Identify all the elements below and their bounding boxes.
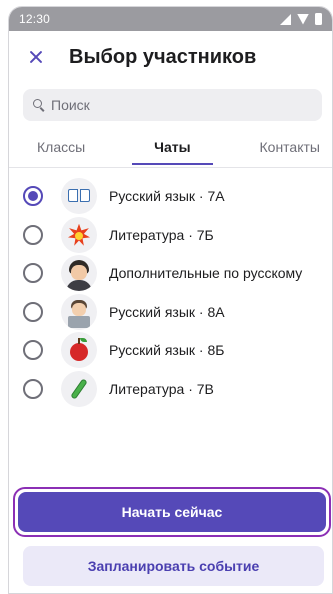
tabs: Классы Чаты Контакты	[9, 137, 332, 167]
apple-icon	[70, 337, 88, 361]
status-icons	[280, 13, 322, 25]
radio-button[interactable]	[23, 378, 43, 399]
avatar	[61, 255, 97, 292]
start-now-button[interactable]: Начать сейчас	[18, 492, 326, 532]
chat-list: Русский язык · 7А Литература · 7Б Дополн…	[9, 168, 332, 408]
list-item-label: Дополнительные по русскому	[109, 265, 303, 282]
person-icon	[61, 255, 97, 292]
book-icon	[68, 188, 90, 204]
list-item[interactable]: Дополнительные по русскому	[9, 254, 332, 293]
test-tube-icon	[70, 378, 88, 400]
list-item[interactable]: Русский язык · 7А	[9, 177, 332, 216]
tab-classes[interactable]: Классы	[37, 137, 85, 167]
list-item-label: Русский язык · 8Б	[109, 342, 225, 359]
status-bar: 12:30	[9, 7, 332, 31]
list-item[interactable]: Литература · 7В	[9, 370, 332, 409]
coder-icon	[61, 294, 97, 330]
radio-button[interactable]	[23, 263, 43, 284]
list-item-label: Литература · 7В	[109, 380, 214, 397]
signal-icon	[280, 13, 291, 25]
close-icon[interactable]	[25, 46, 47, 68]
status-time: 12:30	[19, 12, 51, 26]
burst-icon	[68, 223, 90, 246]
start-now-highlight: Начать сейчас	[13, 487, 331, 537]
list-item[interactable]: Русский язык · 8Б	[9, 331, 332, 370]
list-item-label: Русский язык · 8А	[109, 303, 225, 320]
wifi-icon	[297, 13, 309, 25]
radio-button[interactable]	[23, 224, 43, 245]
avatar	[61, 332, 97, 369]
list-item-label: Русский язык · 7А	[109, 188, 225, 205]
action-buttons: Начать сейчас Запланировать событие	[9, 487, 332, 586]
search-input[interactable]	[51, 97, 271, 113]
avatar	[61, 293, 97, 330]
schedule-event-button[interactable]: Запланировать событие	[23, 546, 324, 586]
phone-frame: 12:30 Выбор участников Классы Чаты Конта…	[8, 6, 333, 594]
header: Выбор участников	[9, 31, 332, 83]
radio-button[interactable]	[23, 301, 43, 322]
list-item[interactable]: Русский язык · 8А	[9, 293, 332, 332]
tab-chats[interactable]: Чаты	[131, 137, 214, 167]
search-bar[interactable]	[23, 89, 322, 121]
avatar	[61, 370, 97, 407]
avatar	[61, 178, 97, 215]
battery-icon	[315, 13, 322, 25]
tab-contacts[interactable]: Контакты	[260, 137, 320, 167]
list-item-label: Литература · 7Б	[109, 226, 214, 243]
radio-selected[interactable]	[23, 186, 43, 207]
radio-button[interactable]	[23, 340, 43, 361]
list-item[interactable]: Литература · 7Б	[9, 216, 332, 255]
search-icon	[33, 99, 45, 111]
page-title: Выбор участников	[69, 45, 257, 68]
avatar	[61, 216, 97, 253]
